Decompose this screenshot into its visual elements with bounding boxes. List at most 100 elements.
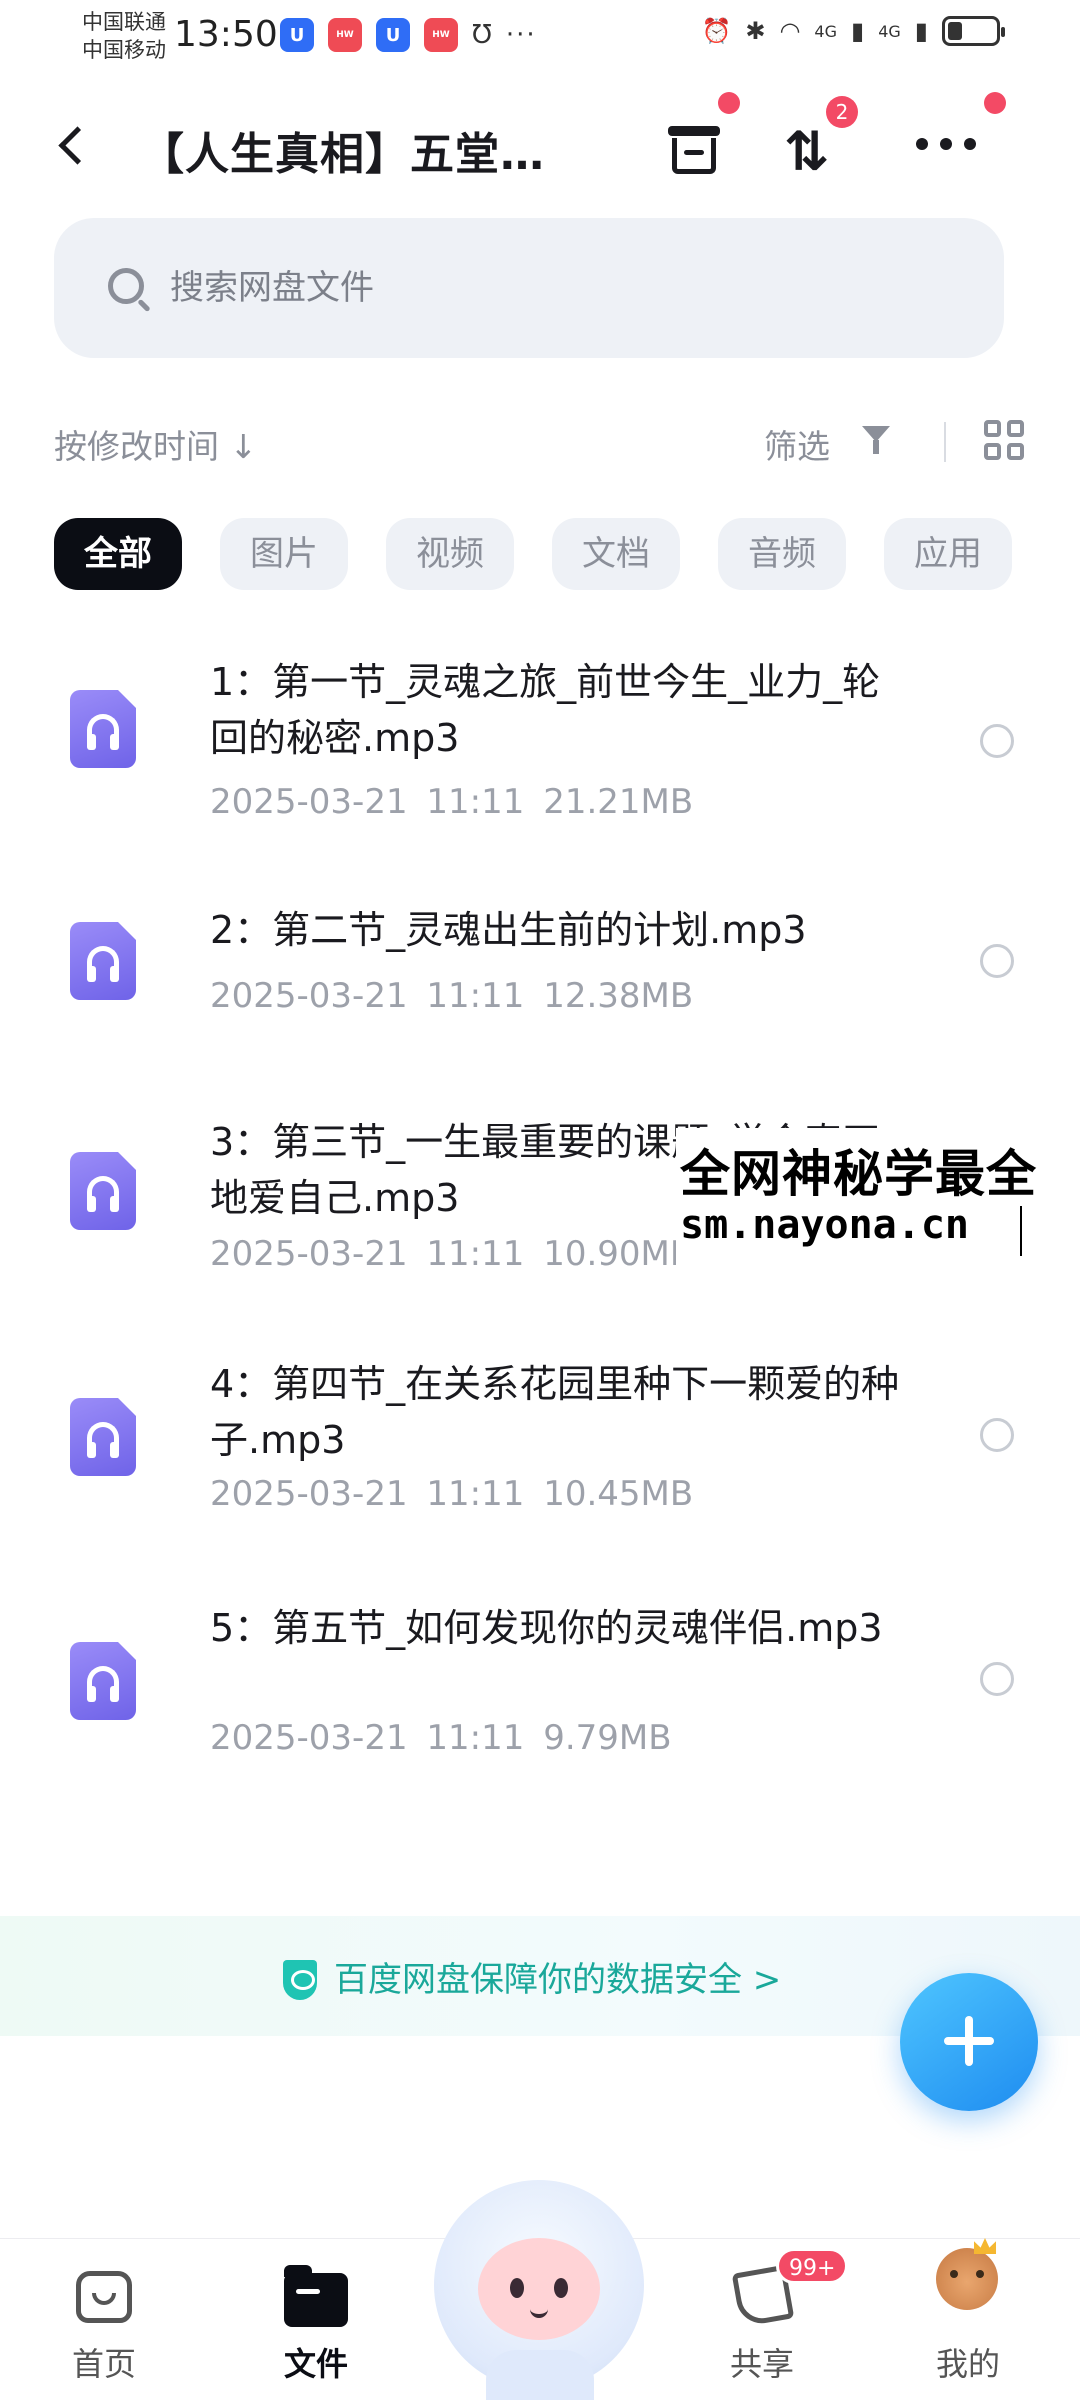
- watermark-overlay: 全网神秘学最全 sm.nayona.cn: [676, 1128, 1080, 1268]
- chip-documents[interactable]: 文档: [552, 518, 680, 590]
- notification-icons: U HW U HW Ʊ ···: [280, 18, 537, 52]
- select-radio[interactable]: [980, 1418, 1014, 1452]
- watermark-text: 全网神秘学最全: [680, 1145, 1037, 1203]
- nav-home-label: 首页: [71, 2345, 136, 2383]
- chip-images[interactable]: 图片: [220, 518, 348, 590]
- chip-all[interactable]: 全部: [54, 518, 182, 590]
- audio-file-icon: [70, 1642, 136, 1720]
- mascot-body: [486, 2350, 594, 2400]
- file-size: 12.38MB: [543, 976, 694, 1016]
- file-date: 2025-03-21: [210, 1474, 408, 1514]
- nav-home[interactable]: 首页: [34, 2259, 174, 2389]
- mascot-eye: [510, 2278, 524, 2298]
- archive-button[interactable]: [650, 92, 740, 186]
- file-time: 11:11: [426, 976, 525, 1016]
- nav-files-label: 文件: [283, 2345, 348, 2383]
- more-icon: [906, 138, 986, 150]
- text-caret: [1020, 1206, 1022, 1256]
- app-u-icon: U: [280, 18, 314, 52]
- audio-file-icon: [70, 1398, 136, 1476]
- file-meta: 2025-03-21 11:11 10.90MB: [210, 1234, 693, 1274]
- mascot-face: [478, 2238, 600, 2340]
- chip-videos[interactable]: 视频: [386, 518, 514, 590]
- app-u-icon: Ʊ: [472, 20, 492, 50]
- mascot-center-button[interactable]: [430, 2180, 648, 2400]
- file-name: 1：第一节_灵魂之旅_前世今生_业力_轮回的秘密.mp3: [210, 660, 881, 760]
- file-size: 21.21MB: [543, 782, 694, 822]
- wifi-icon: ◠: [779, 17, 801, 45]
- grid-view-icon[interactable]: [984, 420, 1024, 460]
- file-meta: 2025-03-21 11:11 12.38MB: [210, 976, 693, 1016]
- search-bar[interactable]: [54, 218, 1004, 358]
- transfer-button[interactable]: ⇅ 2: [770, 96, 858, 186]
- add-button[interactable]: [900, 1973, 1038, 2111]
- more-notifications-icon: ···: [505, 20, 537, 50]
- search-input[interactable]: [170, 254, 950, 322]
- bluetooth-icon: ✱: [745, 17, 766, 45]
- signal-icon: ▮: [850, 17, 865, 45]
- select-radio[interactable]: [980, 1662, 1014, 1696]
- carrier-info: 中国联通 中国移动: [82, 8, 166, 64]
- file-size: 10.90MB: [543, 1234, 694, 1274]
- sort-filter-bar: 按修改时间 ↓ 筛选: [54, 412, 1024, 472]
- file-item[interactable]: 5：第五节_如何发现你的灵魂伴侣.mp3 2025-03-21 11:11 9.…: [0, 1590, 1080, 1790]
- status-bar: 中国联通 中国移动 13:50 U HW U HW Ʊ ··· ⏰ ✱ ◠ 4G…: [0, 0, 1080, 72]
- audio-file-icon: [70, 922, 136, 1000]
- category-chips: 全部 图片 视频 文档 音频 应用: [54, 518, 1012, 590]
- file-size: 10.45MB: [543, 1474, 694, 1514]
- file-meta: 2025-03-21 11:11 10.45MB: [210, 1474, 693, 1514]
- file-name: 2：第二节_灵魂出生前的计划.mp3: [210, 908, 807, 952]
- select-radio[interactable]: [980, 944, 1014, 978]
- share-badge: 99+: [776, 2248, 849, 2284]
- mascot-eye: [554, 2278, 568, 2298]
- sort-button[interactable]: 按修改时间 ↓: [54, 420, 257, 468]
- more-button[interactable]: [906, 92, 1006, 186]
- file-item[interactable]: 1：第一节_灵魂之旅_前世今生_业力_轮回的秘密.mp3 2025-03-21 …: [0, 640, 1080, 840]
- file-time: 11:11: [426, 1234, 525, 1274]
- huawei-icon: HW: [424, 18, 458, 52]
- alarm-icon: ⏰: [701, 17, 732, 45]
- security-text: 百度网盘保障你的数据安全 >: [334, 1960, 782, 2000]
- carrier-2: 中国移动: [82, 38, 166, 62]
- shield-icon: [283, 1960, 317, 2000]
- network-type-2: 4G: [878, 21, 901, 41]
- watermark-url: sm.nayona.cn: [680, 1202, 969, 1248]
- file-date: 2025-03-21: [210, 1234, 408, 1274]
- file-time: 11:11: [426, 1474, 525, 1514]
- back-button[interactable]: [52, 118, 92, 174]
- file-item[interactable]: 2：第二节_灵魂出生前的计划.mp3 2025-03-21 11:11 12.3…: [0, 880, 1080, 1030]
- huawei-icon: HW: [328, 18, 362, 52]
- file-meta: 2025-03-21 11:11 21.21MB: [210, 782, 693, 822]
- chip-apps[interactable]: 应用: [884, 518, 1012, 590]
- battery-icon: [942, 16, 1005, 46]
- file-name: 5：第五节_如何发现你的灵魂伴侣.mp3: [210, 1606, 883, 1650]
- avatar[interactable]: [936, 2248, 998, 2310]
- more-red-dot: [984, 92, 1006, 114]
- file-item[interactable]: 4：第四节_在关系花园里种下一颗爱的种子.mp3 2025-03-21 11:1…: [0, 1346, 1080, 1546]
- nav-share-label: 共享: [729, 2345, 794, 2383]
- file-meta: 2025-03-21 11:11 9.79MB: [210, 1718, 672, 1758]
- audio-file-icon: [70, 690, 136, 768]
- folder-icon: [284, 2265, 348, 2327]
- select-radio[interactable]: [980, 724, 1014, 758]
- chip-audio[interactable]: 音频: [718, 518, 846, 590]
- divider: [944, 422, 946, 462]
- carrier-1: 中国联通: [82, 10, 166, 34]
- transfer-badge: 2: [826, 96, 858, 128]
- file-date: 2025-03-21: [210, 1718, 408, 1758]
- header: 【人生真相】五堂… ⇅ 2: [0, 92, 1080, 196]
- file-date: 2025-03-21: [210, 782, 408, 822]
- file-size: 9.79MB: [543, 1718, 672, 1758]
- archive-icon: [668, 126, 720, 174]
- archive-red-dot: [718, 92, 740, 114]
- nav-files[interactable]: 文件: [246, 2259, 386, 2389]
- file-time: 11:11: [426, 782, 525, 822]
- file-time: 11:11: [426, 1718, 525, 1758]
- filter-button[interactable]: 筛选: [764, 420, 830, 468]
- search-icon: [108, 268, 144, 304]
- network-type-1: 4G: [814, 21, 837, 41]
- transfer-icon: ⇅: [784, 120, 829, 183]
- filter-icon[interactable]: [862, 426, 896, 456]
- system-icons: ⏰ ✱ ◠ 4G ▮ 4G ▮: [701, 16, 1005, 46]
- app-u-icon: U: [376, 18, 410, 52]
